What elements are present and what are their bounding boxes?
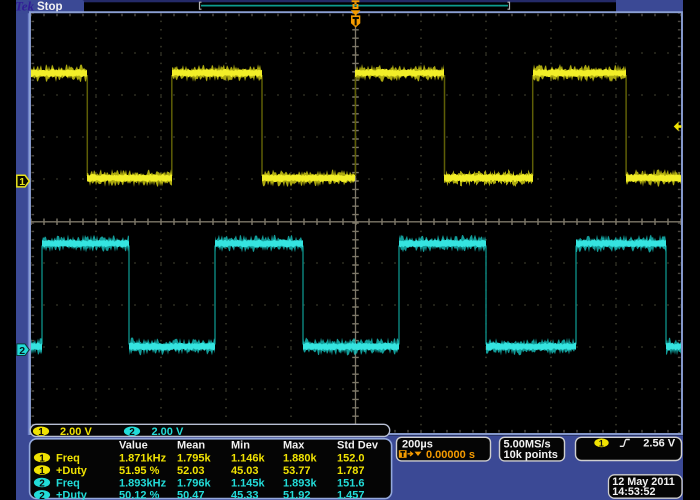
svg-text:151.6: 151.6 [337,477,365,489]
svg-text:1: 1 [39,466,45,477]
svg-text:45.33: 45.33 [231,490,259,500]
svg-text:Mean: Mean [177,439,205,451]
svg-text:Freq: Freq [56,477,80,489]
svg-text:2: 2 [19,345,25,357]
svg-text:1: 1 [38,427,44,438]
svg-text:1: 1 [39,454,45,465]
svg-text:1.787: 1.787 [337,465,365,477]
svg-text:1.795k: 1.795k [177,452,212,464]
svg-text:+Duty: +Duty [56,465,88,477]
svg-text:1.145k: 1.145k [231,477,266,489]
svg-text:Value: Value [119,439,148,451]
svg-text:14:53:52: 14:53:52 [612,486,655,498]
svg-text:152.0: 152.0 [337,452,365,464]
svg-text:1: 1 [599,439,604,449]
svg-text:1.796k: 1.796k [177,477,212,489]
svg-text:53.77: 53.77 [283,465,311,477]
svg-text:1: 1 [19,176,25,188]
svg-text:50.12 %: 50.12 % [119,490,160,500]
svg-text:2: 2 [129,427,135,438]
svg-text:2.00 V: 2.00 V [152,426,184,438]
svg-text:2.00 V: 2.00 V [60,426,92,438]
svg-text:2: 2 [39,491,45,500]
svg-text:Max: Max [283,439,305,451]
svg-text:2: 2 [39,479,45,490]
svg-text:1.893kHz: 1.893kHz [119,477,167,489]
svg-text:1.146k: 1.146k [231,452,266,464]
svg-text:+Duty: +Duty [56,490,88,500]
svg-text:51.92: 51.92 [283,490,311,500]
svg-text:1.457: 1.457 [337,490,365,500]
svg-text:45.03: 45.03 [231,465,259,477]
svg-text:Min: Min [231,439,250,451]
svg-text:1.871kHz: 1.871kHz [119,452,167,464]
svg-text:Freq: Freq [56,452,80,464]
svg-text:1.893k: 1.893k [283,477,318,489]
svg-text:51.95 %: 51.95 % [119,465,160,477]
svg-text:2.56 V: 2.56 V [643,438,675,450]
svg-text:10k points: 10k points [504,449,558,461]
svg-text:Std Dev: Std Dev [337,439,379,451]
svg-text:1.880k: 1.880k [283,452,318,464]
svg-text:50.47: 50.47 [177,490,205,500]
svg-text:0.00000 s: 0.00000 s [426,449,475,461]
svg-text:Stop: Stop [37,1,63,13]
svg-text:52.03: 52.03 [177,465,205,477]
